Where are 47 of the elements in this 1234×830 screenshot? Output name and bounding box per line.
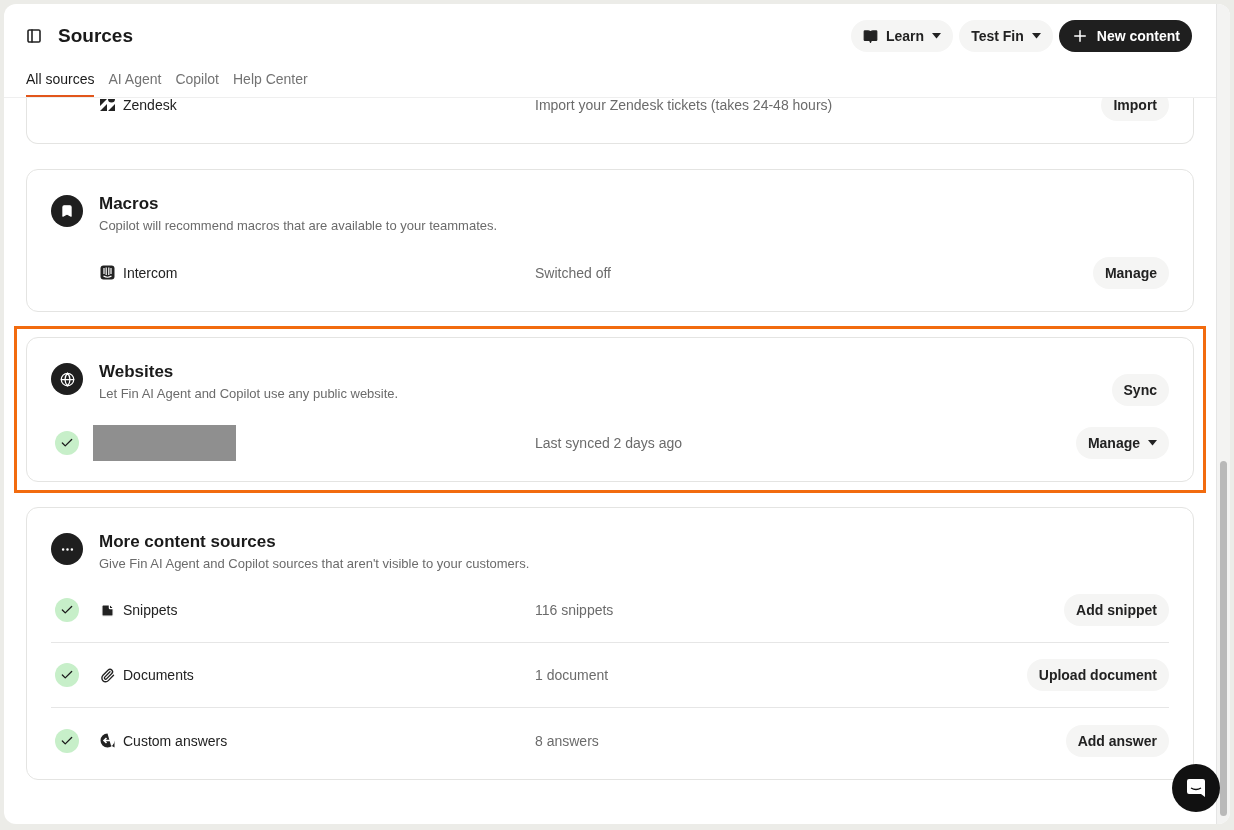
globe-icon <box>51 363 83 395</box>
source-name: Custom answers <box>123 731 228 751</box>
source-status: 116 snippets <box>535 601 615 620</box>
card-description: Let Fin AI Agent and Copilot use any public website. <box>99 385 400 403</box>
reply-bubble-icon <box>99 733 115 748</box>
chat-bubble-icon <box>1186 778 1206 798</box>
intercom-icon <box>99 265 115 280</box>
new-content-button[interactable]: New content <box>1058 20 1192 52</box>
source-status: 1 document <box>535 666 610 685</box>
source-action-button[interactable]: Add answer <box>1065 724 1169 757</box>
bookmark-icon <box>51 195 83 227</box>
manage-menu-button[interactable]: Manage <box>1075 426 1169 459</box>
source-name: Zendesk <box>123 98 177 115</box>
page-title: Sources <box>58 23 134 48</box>
source-action-button[interactable]: Import <box>1101 98 1169 121</box>
more-icon <box>51 533 83 565</box>
source-name: Documents <box>123 666 194 685</box>
source-name: Snippets <box>123 601 178 620</box>
scrollbar-thumb[interactable] <box>1220 461 1227 816</box>
source-action-button[interactable]: Add snippet <box>1064 594 1169 626</box>
source-name: Intercom <box>123 263 178 283</box>
tab[interactable]: Copilot <box>175 69 219 97</box>
paperclip-icon <box>99 667 115 683</box>
learn-button[interactable]: Learn <box>851 20 954 52</box>
source-action-button[interactable]: Manage <box>1092 256 1169 289</box>
zendesk-icon <box>99 98 115 111</box>
source-status: 8 answers <box>535 731 600 751</box>
card-description: Give Fin AI Agent and Copilot sources that aren't visible to your customers. <box>99 555 531 573</box>
card-title: Websites <box>99 361 175 383</box>
caret-icon <box>932 33 942 39</box>
card-title: More content sources <box>99 531 277 553</box>
source-status: Last synced 2 days ago <box>535 433 684 453</box>
source-status: Import your Zendesk tickets (takes 24-48 hours) <box>535 98 834 115</box>
workspace-menu-button[interactable]: Test Fin <box>959 20 1053 52</box>
sidebar-toggle-icon[interactable] <box>26 28 42 44</box>
caret-icon <box>1148 439 1157 446</box>
card-title: Macros <box>99 193 160 215</box>
book-icon <box>863 28 878 44</box>
card-description: Copilot will recommend macros that are available to your teammates. <box>99 217 499 235</box>
source-action-button[interactable]: Upload document <box>1026 659 1169 691</box>
caret-icon <box>1031 33 1041 39</box>
note-icon <box>99 602 115 618</box>
source-status: Switched off <box>535 263 612 283</box>
tab[interactable]: AI Agent <box>108 69 162 97</box>
sync-button[interactable]: Sync <box>1111 374 1169 406</box>
chat-launcher-button[interactable] <box>1172 764 1220 812</box>
tab[interactable]: Help Center <box>233 69 308 97</box>
